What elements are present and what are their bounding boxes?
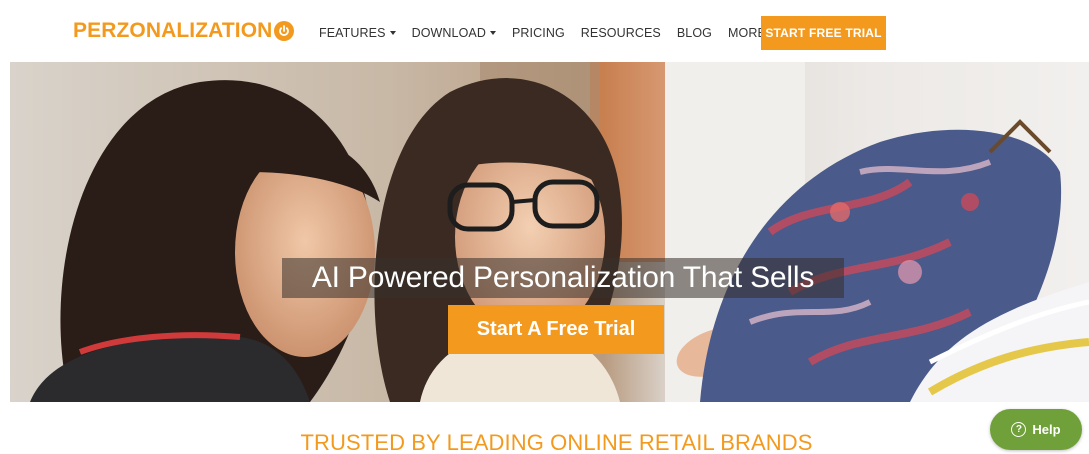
main-nav: FEATURES DOWNLOAD PRICING RESOURCES BLOG…	[319, 17, 792, 49]
power-icon	[274, 21, 295, 41]
start-free-trial-button[interactable]: START FREE TRIAL	[761, 16, 886, 50]
logo-text: PERZONALIZATION	[73, 19, 273, 42]
help-label: Help	[1032, 422, 1061, 437]
nav-blog-label: BLOG	[676, 26, 713, 40]
nav-pricing[interactable]: PRICING	[512, 26, 565, 40]
nav-download[interactable]: DOWNLOAD	[412, 26, 496, 40]
nav-pricing-label: PRICING	[511, 26, 565, 40]
nav-download-label: DOWNLOAD	[411, 26, 486, 40]
site-header: PERZONALIZATION FEATURES DOWNLOAD PRICIN…	[0, 0, 1089, 62]
help-button[interactable]: ? Help	[990, 409, 1082, 450]
caret-down-icon	[389, 31, 396, 35]
nav-features-label: FEATURES	[319, 26, 386, 40]
trusted-heading: TRUSTED BY LEADING ONLINE RETAIL BRANDS	[300, 430, 813, 454]
trusted-heading-container: TRUSTED BY LEADING ONLINE RETAIL BRANDS	[0, 430, 1089, 454]
question-icon: ?	[1011, 422, 1027, 437]
hero-title-box: AI Powered Personalization That Sells	[282, 258, 844, 298]
logo[interactable]: PERZONALIZATION	[73, 19, 295, 43]
nav-features[interactable]: FEATURES	[319, 26, 396, 40]
caret-down-icon	[489, 31, 496, 35]
nav-resources[interactable]: RESOURCES	[581, 26, 661, 40]
nav-resources-label: RESOURCES	[580, 26, 661, 40]
nav-blog[interactable]: BLOG	[677, 26, 712, 40]
hero-title: AI Powered Personalization That Sells	[311, 261, 815, 294]
hero-start-trial-button[interactable]: Start A Free Trial	[448, 305, 664, 354]
hero-banner: AI Powered Personalization That Sells St…	[10, 62, 1089, 402]
